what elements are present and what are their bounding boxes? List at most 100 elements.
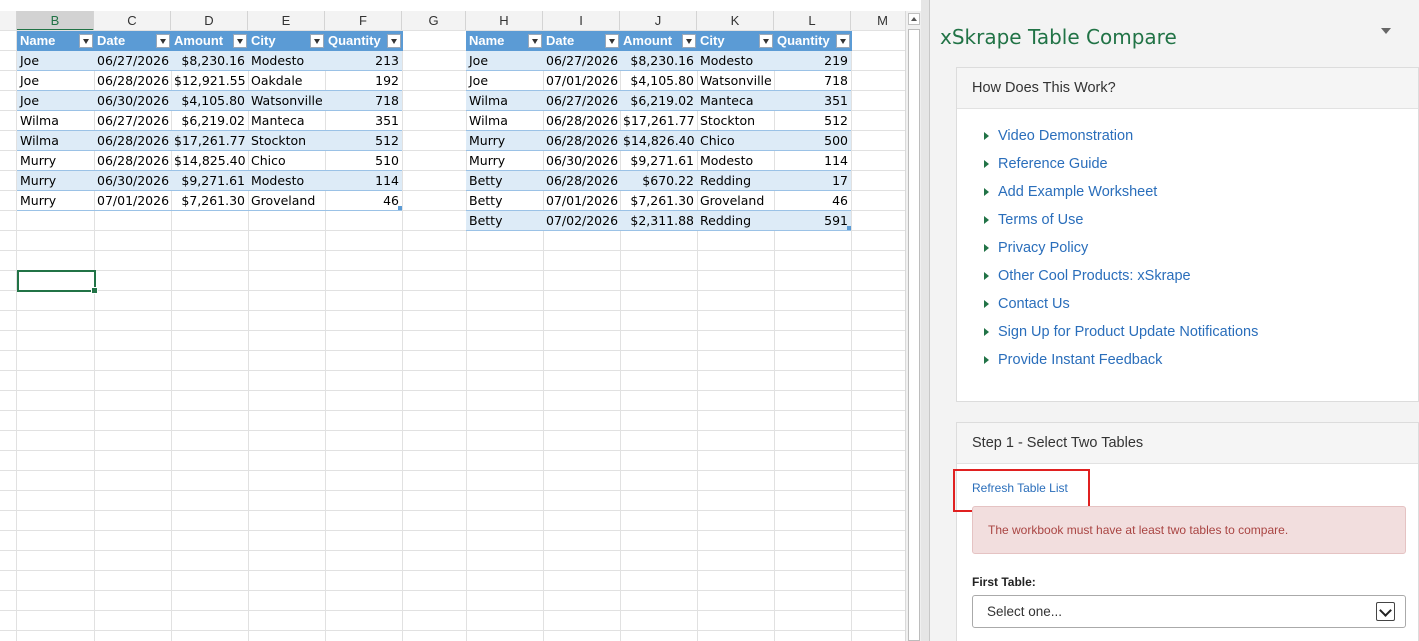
- table-cell[interactable]: $6,219.02: [620, 91, 697, 111]
- table-cell[interactable]: $17,261.77: [171, 131, 248, 151]
- table-cell[interactable]: $9,271.61: [620, 151, 697, 171]
- table-cell[interactable]: 351: [325, 111, 402, 131]
- table-cell[interactable]: 351: [774, 91, 851, 111]
- help-link[interactable]: Reference Guide: [984, 154, 1108, 174]
- help-link[interactable]: Provide Instant Feedback: [984, 350, 1162, 370]
- table-cell[interactable]: Manteca: [697, 91, 778, 111]
- table-cell[interactable]: $8,230.16: [171, 51, 248, 71]
- column-header-i[interactable]: I: [543, 11, 620, 31]
- table-cell[interactable]: $7,261.30: [171, 191, 248, 211]
- column-header-j[interactable]: J: [620, 11, 697, 31]
- table-cell[interactable]: $17,261.77: [620, 111, 697, 131]
- table-cell[interactable]: 06/28/2026: [543, 171, 620, 191]
- table-cell[interactable]: 06/27/2026: [94, 111, 171, 131]
- table-cell[interactable]: 718: [325, 91, 402, 111]
- first-table-select[interactable]: Select one...: [972, 595, 1406, 628]
- column-header-m[interactable]: M: [851, 11, 905, 31]
- table-resize-handle[interactable]: [847, 226, 851, 230]
- table-header-cell[interactable]: Name: [466, 31, 544, 51]
- scroll-thumb[interactable]: [908, 29, 920, 641]
- table-cell[interactable]: Wilma: [466, 111, 543, 131]
- help-link[interactable]: Other Cool Products: xSkrape: [984, 266, 1191, 286]
- help-link[interactable]: Add Example Worksheet: [984, 182, 1157, 202]
- table-cell[interactable]: Oakdale: [248, 71, 329, 91]
- table-cell[interactable]: 07/02/2026: [543, 211, 620, 231]
- pane-splitter[interactable]: [921, 0, 930, 641]
- column-header-b[interactable]: B: [17, 11, 94, 31]
- table-cell[interactable]: 114: [774, 151, 851, 171]
- help-link[interactable]: Video Demonstration: [984, 126, 1133, 146]
- table-cell[interactable]: Murry: [466, 131, 543, 151]
- table-cell[interactable]: 718: [774, 71, 851, 91]
- table-header-cell[interactable]: Amount: [171, 31, 249, 51]
- table-cell[interactable]: 46: [774, 191, 851, 211]
- filter-dropdown-icon[interactable]: [79, 34, 93, 48]
- table-cell[interactable]: 192: [325, 71, 402, 91]
- table-cell[interactable]: Murry: [17, 171, 94, 191]
- table-header-cell[interactable]: Name: [17, 31, 95, 51]
- table-cell[interactable]: $9,271.61: [171, 171, 248, 191]
- table-cell[interactable]: 06/30/2026: [94, 91, 171, 111]
- table-cell[interactable]: $14,826.40: [620, 131, 697, 151]
- table-cell[interactable]: Modesto: [248, 51, 329, 71]
- table-cell[interactable]: Redding: [697, 171, 778, 191]
- help-link[interactable]: Sign Up for Product Update Notifications: [984, 322, 1258, 342]
- table-header-cell[interactable]: City: [248, 31, 326, 51]
- column-header-f[interactable]: F: [325, 11, 402, 31]
- table-cell[interactable]: $670.22: [620, 171, 697, 191]
- scroll-up-arrow-icon[interactable]: [908, 13, 920, 25]
- refresh-table-list-link[interactable]: Refresh Table List: [972, 481, 1068, 495]
- table-cell[interactable]: $2,311.88: [620, 211, 697, 231]
- filter-dropdown-icon[interactable]: [233, 34, 247, 48]
- table-cell[interactable]: Joe: [17, 91, 94, 111]
- table-cell[interactable]: 06/28/2026: [543, 111, 620, 131]
- table-cell[interactable]: 500: [774, 131, 851, 151]
- table-cell[interactable]: 07/01/2026: [94, 191, 171, 211]
- table-cell[interactable]: Murry: [17, 191, 94, 211]
- table-cell[interactable]: 219: [774, 51, 851, 71]
- table-header-cell[interactable]: Date: [543, 31, 621, 51]
- column-header-e[interactable]: E: [248, 11, 325, 31]
- table-cell[interactable]: Joe: [17, 51, 94, 71]
- table-cell[interactable]: Modesto: [248, 171, 329, 191]
- column-header-l[interactable]: L: [774, 11, 851, 31]
- pane-options-chevron-icon[interactable]: [1380, 26, 1392, 36]
- table-cell[interactable]: Manteca: [248, 111, 329, 131]
- table-cell[interactable]: $7,261.30: [620, 191, 697, 211]
- column-header-h[interactable]: H: [466, 11, 543, 31]
- table-cell[interactable]: Chico: [248, 151, 329, 171]
- table-cell[interactable]: 114: [325, 171, 402, 191]
- column-header-c[interactable]: C: [94, 11, 171, 31]
- table-cell[interactable]: Joe: [466, 51, 543, 71]
- table-header-cell[interactable]: Amount: [620, 31, 698, 51]
- table-cell[interactable]: 06/30/2026: [543, 151, 620, 171]
- table-cell[interactable]: 06/27/2026: [543, 91, 620, 111]
- table-cell[interactable]: Watsonville: [248, 91, 329, 111]
- table-cell[interactable]: 06/30/2026: [94, 171, 171, 191]
- table-cell[interactable]: 510: [325, 151, 402, 171]
- filter-dropdown-icon[interactable]: [759, 34, 773, 48]
- filter-dropdown-icon[interactable]: [605, 34, 619, 48]
- filter-dropdown-icon[interactable]: [528, 34, 542, 48]
- table-cell[interactable]: Wilma: [466, 91, 543, 111]
- table-cell[interactable]: $4,105.80: [171, 91, 248, 111]
- table-cell[interactable]: Groveland: [248, 191, 329, 211]
- table-cell[interactable]: $6,219.02: [171, 111, 248, 131]
- table-cell[interactable]: 06/27/2026: [94, 51, 171, 71]
- table-cell[interactable]: $8,230.16: [620, 51, 697, 71]
- table-cell[interactable]: 07/01/2026: [543, 71, 620, 91]
- table-cell[interactable]: 46: [325, 191, 402, 211]
- table-cell[interactable]: $4,105.80: [620, 71, 697, 91]
- table-cell[interactable]: Chico: [697, 131, 778, 151]
- table-cell[interactable]: 06/28/2026: [94, 151, 171, 171]
- filter-dropdown-icon[interactable]: [836, 34, 850, 48]
- table-cell[interactable]: 591: [774, 211, 851, 231]
- filter-dropdown-icon[interactable]: [156, 34, 170, 48]
- help-link[interactable]: Privacy Policy: [984, 238, 1088, 258]
- table-cell[interactable]: Betty: [466, 211, 543, 231]
- help-link[interactable]: Terms of Use: [984, 210, 1083, 230]
- table-cell[interactable]: 213: [325, 51, 402, 71]
- table-header-cell[interactable]: City: [697, 31, 775, 51]
- table-cell[interactable]: 17: [774, 171, 851, 191]
- table-cell[interactable]: Joe: [17, 71, 94, 91]
